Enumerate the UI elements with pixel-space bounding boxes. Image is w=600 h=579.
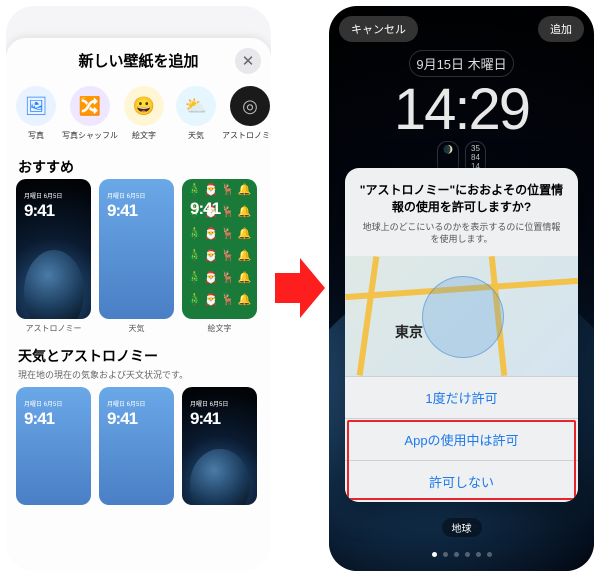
- close-button[interactable]: ✕: [235, 48, 261, 74]
- wallpaper-sheet: 新しい壁紙を追加 ✕ 🖼 写真 🔀 写真シャッフル 😀 絵文字 ⛅ 天気 ◎ アストロノミー おす…: [6, 38, 271, 571]
- alert-title: "アストロノミー"におおよその位置情報の使用を許可しますか?: [359, 182, 564, 217]
- arrow-icon: [271, 0, 329, 575]
- category-icon: 😀: [124, 86, 164, 126]
- recommended-row[interactable]: 月曜日 6月5日9:41アストロノミー月曜日 6月5日9:41天気🎄🎅🦌🔔🎄🎅🦌…: [6, 179, 271, 340]
- section-weather-subtitle: 現在地の現在の気象および天文状況です。: [6, 368, 271, 387]
- add-button[interactable]: 追加: [538, 16, 584, 42]
- page-dots[interactable]: [329, 552, 594, 557]
- wallpaper-item[interactable]: 月曜日 6月5日9:41: [16, 387, 91, 505]
- wallpaper-label: アストロノミー: [26, 323, 82, 334]
- category-3[interactable]: ⛅ 天気: [170, 86, 222, 141]
- left-phone: 新しい壁紙を追加 ✕ 🖼 写真 🔀 写真シャッフル 😀 絵文字 ⛅ 天気 ◎ アストロノミー おす…: [6, 6, 271, 571]
- category-row[interactable]: 🖼 写真 🔀 写真シャッフル 😀 絵文字 ⛅ 天気 ◎ アストロノミー: [6, 82, 271, 151]
- alert-button-2[interactable]: 許可しない: [345, 460, 578, 502]
- right-phone: キャンセル 追加 9月15日 木曜日 14:29 🌒 358414 "アストロノ…: [329, 6, 594, 571]
- category-label: 写真シャッフル: [62, 130, 118, 141]
- category-1[interactable]: 🔀 写真シャッフル: [62, 86, 118, 141]
- category-icon: ◎: [230, 86, 270, 126]
- category-label: 天気: [188, 130, 204, 141]
- category-label: 絵文字: [132, 130, 156, 141]
- location-permission-alert: "アストロノミー"におおよその位置情報の使用を許可しますか? 地球上のどこにいる…: [345, 168, 578, 502]
- category-label: アストロノミー: [222, 130, 271, 141]
- category-icon: ⛅: [176, 86, 216, 126]
- category-label: 写真: [28, 130, 44, 141]
- wallpaper-item[interactable]: 月曜日 6月5日9:41: [99, 387, 174, 505]
- alert-map[interactable]: 東京: [345, 256, 578, 376]
- alert-message: 地球上のどこにいるのかを表示するのに位置情報を使用します。: [359, 221, 564, 246]
- category-icon: 🔀: [70, 86, 110, 126]
- close-icon: ✕: [242, 52, 255, 70]
- map-city-label: 東京: [395, 322, 423, 342]
- weather-astro-row[interactable]: 月曜日 6月5日9:41月曜日 6月5日9:41月曜日 6月5日9:41: [6, 387, 271, 505]
- section-recommended-title: おすすめ: [6, 151, 271, 179]
- alert-button-1[interactable]: Appの使用中は許可: [345, 418, 578, 460]
- lock-date[interactable]: 9月15日 木曜日: [409, 50, 513, 77]
- lock-time[interactable]: 14:29: [329, 81, 594, 139]
- section-weather-title: 天気とアストロノミー: [6, 340, 271, 368]
- category-2[interactable]: 😀 絵文字: [118, 86, 170, 141]
- wallpaper-label: 絵文字: [208, 323, 232, 334]
- category-0[interactable]: 🖼 写真: [10, 86, 62, 141]
- wallpaper-label: 天気: [129, 323, 145, 334]
- alert-button-0[interactable]: 1度だけ許可: [345, 376, 578, 418]
- wallpaper-item[interactable]: 🎄🎅🦌🔔🎄🎅🦌🔔🎄🎅🦌🔔🎄🎅🦌🔔🎄🎅🦌🔔🎄🎅🦌🔔9:41絵文字: [182, 179, 257, 334]
- wallpaper-name-label[interactable]: 地球: [442, 518, 482, 537]
- wallpaper-item[interactable]: 月曜日 6月5日9:41天気: [99, 179, 174, 334]
- sheet-title: 新しい壁紙を追加: [78, 50, 198, 71]
- category-icon: 🖼: [16, 86, 56, 126]
- category-4[interactable]: ◎ アストロノミー: [222, 86, 271, 141]
- cancel-button[interactable]: キャンセル: [339, 16, 418, 42]
- wallpaper-item[interactable]: 月曜日 6月5日9:41: [182, 387, 257, 505]
- wallpaper-item[interactable]: 月曜日 6月5日9:41アストロノミー: [16, 179, 91, 334]
